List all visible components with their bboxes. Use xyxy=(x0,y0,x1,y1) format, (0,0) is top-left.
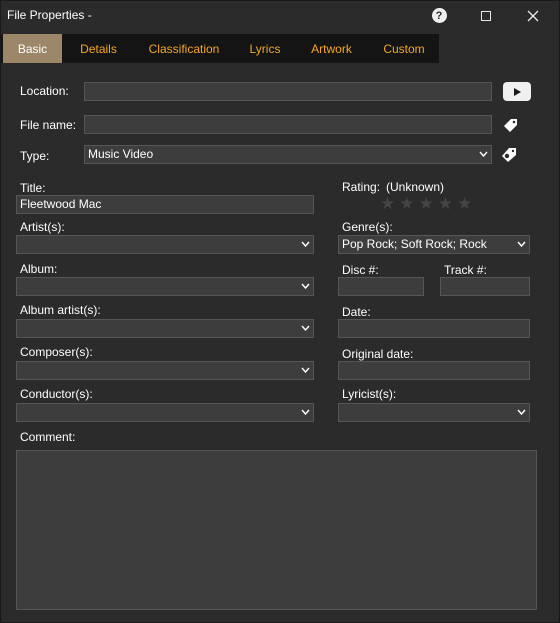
title-bar: File Properties - ? xyxy=(1,1,559,30)
star-icon[interactable]: ★ xyxy=(438,195,453,212)
chevron-down-icon xyxy=(517,241,526,247)
file-properties-window: File Properties - ? Basic Details Classi… xyxy=(0,0,560,623)
maximize-icon xyxy=(481,10,491,21)
disc-label: Disc #: xyxy=(342,263,379,277)
location-field[interactable] xyxy=(84,82,492,101)
genres-dropdown[interactable]: Pop Rock; Soft Rock; Rock xyxy=(338,235,530,254)
tab-basic[interactable]: Basic xyxy=(3,34,62,63)
file-name-field[interactable] xyxy=(84,115,492,134)
star-icon[interactable]: ★ xyxy=(457,195,472,212)
conductors-label: Conductor(s): xyxy=(20,387,93,401)
chevron-down-icon xyxy=(301,241,310,247)
help-icon: ? xyxy=(431,8,447,23)
conductors-dropdown[interactable] xyxy=(16,403,314,422)
title-label: Title: xyxy=(20,181,46,195)
original-date-label: Original date: xyxy=(342,347,414,361)
tab-lyrics[interactable]: Lyrics xyxy=(237,34,293,63)
chevron-down-icon xyxy=(517,409,526,415)
close-icon xyxy=(527,10,539,21)
artists-dropdown[interactable] xyxy=(16,235,314,254)
composers-label: Composer(s): xyxy=(20,345,93,359)
file-name-label: File name: xyxy=(20,118,77,132)
disc-field[interactable] xyxy=(338,277,424,296)
star-icon[interactable]: ★ xyxy=(419,195,434,212)
maximize-button[interactable] xyxy=(463,1,509,30)
original-date-field[interactable] xyxy=(338,361,530,380)
youtube-play-icon xyxy=(514,87,521,96)
album-artists-dropdown[interactable] xyxy=(16,319,314,338)
genres-value: Pop Rock; Soft Rock; Rock xyxy=(342,237,487,251)
album-dropdown[interactable] xyxy=(16,277,314,296)
album-artists-label: Album artist(s): xyxy=(20,303,101,317)
tab-classification[interactable]: Classification xyxy=(137,34,231,63)
star-icon[interactable]: ★ xyxy=(399,195,414,212)
chevron-down-icon xyxy=(479,151,488,157)
genres-label: Genre(s): xyxy=(342,220,393,234)
type-label: Type: xyxy=(20,149,50,163)
lyricists-label: Lyricist(s): xyxy=(342,387,397,401)
comment-textarea[interactable] xyxy=(16,450,537,610)
chevron-down-icon xyxy=(301,367,310,373)
lyricists-dropdown[interactable] xyxy=(338,403,530,422)
type-value: Music Video xyxy=(88,147,154,161)
window-title: File Properties - xyxy=(7,8,92,22)
chevron-down-icon xyxy=(301,409,310,415)
date-field[interactable] xyxy=(338,319,530,338)
close-button[interactable] xyxy=(510,1,556,30)
title-field[interactable]: Fleetwood Mac xyxy=(16,195,314,214)
youtube-button[interactable] xyxy=(503,82,531,101)
tab-artwork[interactable]: Artwork xyxy=(299,34,364,63)
tag-settings-button[interactable] xyxy=(500,146,518,164)
date-label: Date: xyxy=(342,305,371,319)
track-label: Track #: xyxy=(444,263,487,277)
tag-button[interactable] xyxy=(501,116,519,134)
track-field[interactable] xyxy=(440,277,530,296)
rating-label: Rating: xyxy=(342,180,381,194)
tab-details[interactable]: Details xyxy=(66,34,131,63)
tag-settings-icon xyxy=(502,148,516,162)
tab-custom[interactable]: Custom xyxy=(370,34,438,63)
album-label: Album: xyxy=(20,262,58,276)
comment-label: Comment: xyxy=(20,430,76,444)
tab-bar: Basic Details Classification Lyrics Artw… xyxy=(1,34,439,63)
tag-icon xyxy=(503,118,517,132)
help-button[interactable]: ? xyxy=(416,1,462,30)
chevron-down-icon xyxy=(301,325,310,331)
chevron-down-icon xyxy=(301,283,310,289)
artists-label: Artist(s): xyxy=(20,220,65,234)
rating-value: (Unknown) xyxy=(386,180,445,194)
location-label: Location: xyxy=(20,84,69,98)
rating-stars[interactable]: ★ ★ ★ ★ ★ xyxy=(380,195,472,212)
type-dropdown[interactable]: Music Video xyxy=(84,145,492,164)
star-icon[interactable]: ★ xyxy=(380,195,395,212)
composers-dropdown[interactable] xyxy=(16,361,314,380)
